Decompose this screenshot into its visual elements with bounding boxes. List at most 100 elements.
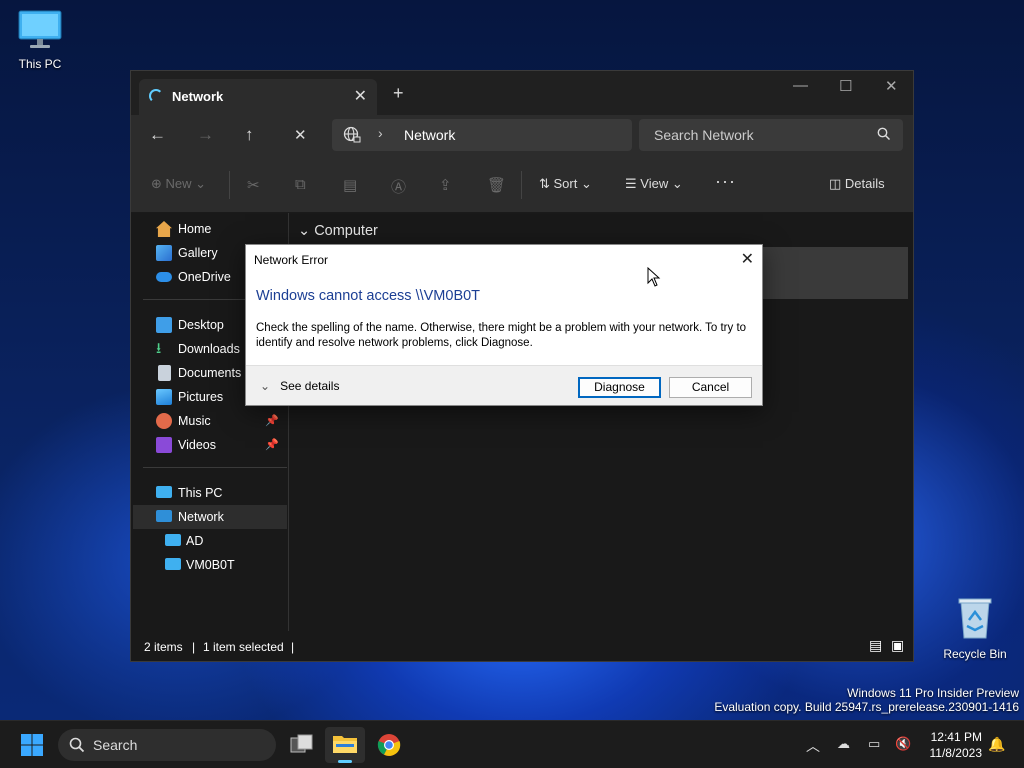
view-button[interactable]: ☰ View ⌄ <box>625 176 683 192</box>
delete-icon[interactable]: 🗑 <box>487 176 506 194</box>
see-details-toggle[interactable]: ⌄ See details <box>260 379 339 393</box>
sidebar-label: AD <box>186 534 204 548</box>
sidebar-label: This PC <box>178 486 223 500</box>
task-view-icon[interactable] <box>290 734 314 759</box>
tab-title: Network <box>172 89 224 104</box>
cut-icon[interactable]: ✂ <box>247 176 260 194</box>
dialog-close-button[interactable]: ✕ <box>741 249 754 269</box>
breadcrumb-chevron-icon[interactable]: › <box>378 125 383 141</box>
details-view-icon[interactable]: ▤ <box>869 637 882 654</box>
forward-button[interactable]: → <box>197 125 214 145</box>
volume-muted-icon[interactable]: 🔇 <box>895 736 911 752</box>
sort-button[interactable]: ⇅ Sort ⌄ <box>539 176 592 192</box>
sidebar-item-this-pc[interactable]: This PC <box>133 481 287 505</box>
new-button[interactable]: ⊕ New ⌄ <box>151 176 206 192</box>
status-divider: | <box>291 640 295 654</box>
taskbar: Search ︿ ☁ ▭ 🔇 12:41 PM 11/8/2023 🔔 <box>0 720 1024 768</box>
network-icon <box>156 510 172 522</box>
sidebar-item-vm0b0t[interactable]: VM0B0T <box>133 553 287 577</box>
network-error-dialog: Network Error ✕ Windows cannot access \\… <box>245 244 763 406</box>
tab-network[interactable]: Network ✕ <box>139 79 377 115</box>
clock-time: 12:41 PM <box>930 730 982 744</box>
dialog-footer: ⌄ See details Diagnose Cancel <box>246 365 762 405</box>
view-label: View <box>640 176 669 191</box>
computer-icon <box>165 534 181 546</box>
show-hidden-icons-chevron-icon[interactable]: ︿ <box>806 736 820 756</box>
copy-icon[interactable]: ⧉ <box>295 176 306 193</box>
chevron-down-icon: ⌄ <box>260 379 271 393</box>
details-label: Details <box>844 176 885 191</box>
new-label: New <box>165 176 192 191</box>
network-globe-icon <box>343 126 361 147</box>
chrome-icon[interactable] <box>377 733 401 760</box>
cloud-offline-icon[interactable]: ☁ <box>837 736 850 752</box>
desktop-folder-icon <box>156 317 172 333</box>
desktop-icon-label: This PC <box>18 57 62 71</box>
pin-icon[interactable]: 📌 <box>265 438 279 451</box>
sidebar-label: Videos <box>178 438 216 452</box>
notification-bell-icon[interactable]: 🔔 <box>988 736 1005 753</box>
desktop-icon-this-pc[interactable]: This PC <box>0 10 80 71</box>
music-icon <box>156 413 172 429</box>
maximize-button[interactable]: ☐ <box>839 77 852 95</box>
system-clock[interactable]: 12:41 PM 11/8/2023 <box>930 729 983 761</box>
mouse-cursor-icon <box>647 266 661 290</box>
navigation-bar: ← → ↑ ✕ › Network Search Network <box>131 115 913 157</box>
up-button[interactable]: ↑ <box>245 125 254 145</box>
file-explorer-taskbar-icon[interactable] <box>325 727 365 763</box>
taskbar-search-label: Search <box>93 737 138 753</box>
sidebar-label: Home <box>178 222 212 236</box>
sidebar-label: Gallery <box>178 246 218 260</box>
see-details-label: See details <box>280 379 340 393</box>
taskbar-search-box[interactable]: Search <box>58 729 276 761</box>
status-divider: | <box>192 640 196 654</box>
share-icon[interactable]: ⇪ <box>439 176 452 194</box>
clock-date: 11/8/2023 <box>929 746 983 760</box>
search-input[interactable]: Search Network <box>639 119 903 151</box>
loading-spinner-icon <box>149 89 163 103</box>
sort-label: Sort <box>553 176 578 191</box>
monitor-icon <box>0 10 80 53</box>
rename-icon[interactable]: Ⓐ <box>391 176 406 197</box>
sidebar-item-network[interactable]: Network <box>133 505 287 529</box>
new-tab-button[interactable]: + <box>393 83 404 104</box>
large-icons-view-icon[interactable]: ▣ <box>891 637 904 654</box>
close-window-button[interactable]: ✕ <box>885 77 898 95</box>
command-bar: ⊕ New ⌄ ✂ ⧉ ▤ Ⓐ ⇪ 🗑 ⇅ Sort ⌄ ☰ View ⌄ ··… <box>131 157 913 213</box>
recycle-bin-icon <box>935 596 1015 643</box>
cancel-button[interactable]: Cancel <box>669 377 752 398</box>
sidebar-item-videos[interactable]: Videos 📌 <box>133 433 287 457</box>
minimize-button[interactable]: — <box>793 77 808 94</box>
toolbar-divider <box>521 171 522 199</box>
desktop-icon-recycle-bin[interactable]: Recycle Bin <box>935 596 1015 661</box>
diagnose-button[interactable]: Diagnose <box>578 377 661 398</box>
group-header-computer[interactable]: ⌄ Computer <box>298 223 378 239</box>
watermark-line: Evaluation copy. Build 25947.rs_prerelea… <box>714 700 1019 714</box>
start-windows-icon[interactable] <box>21 734 43 759</box>
search-placeholder: Search Network <box>654 127 754 143</box>
search-icon <box>877 127 891 144</box>
sidebar-label: VM0B0T <box>186 558 235 572</box>
pin-icon[interactable]: 📌 <box>265 414 279 427</box>
details-button[interactable]: ◫ Details <box>829 176 885 192</box>
sidebar-item-ad[interactable]: AD <box>133 529 287 553</box>
documents-icon <box>158 365 171 381</box>
breadcrumb-network[interactable]: Network <box>404 127 455 143</box>
sidebar-item-music[interactable]: Music 📌 <box>133 409 287 433</box>
sidebar-item-home[interactable]: Home <box>133 217 287 241</box>
more-options-icon[interactable]: ··· <box>715 171 736 192</box>
paste-icon[interactable]: ▤ <box>343 176 357 194</box>
back-button[interactable]: ← <box>149 125 166 145</box>
computer-item-tile[interactable] <box>760 247 908 299</box>
os-watermark: Windows 11 Pro Insider Preview Evaluatio… <box>714 686 1019 714</box>
gallery-icon <box>156 245 172 261</box>
videos-icon <box>156 437 172 453</box>
computer-icon <box>165 558 181 570</box>
stop-button[interactable]: ✕ <box>294 126 307 144</box>
item-count: 2 items <box>144 640 183 654</box>
dialog-heading: Windows cannot access \\VM0B0T <box>256 288 481 304</box>
tab-close-icon[interactable]: ✕ <box>354 86 367 106</box>
address-bar[interactable]: › Network <box>332 119 632 151</box>
network-status-icon[interactable]: ▭ <box>868 736 880 752</box>
sidebar-label: Pictures <box>178 390 224 404</box>
